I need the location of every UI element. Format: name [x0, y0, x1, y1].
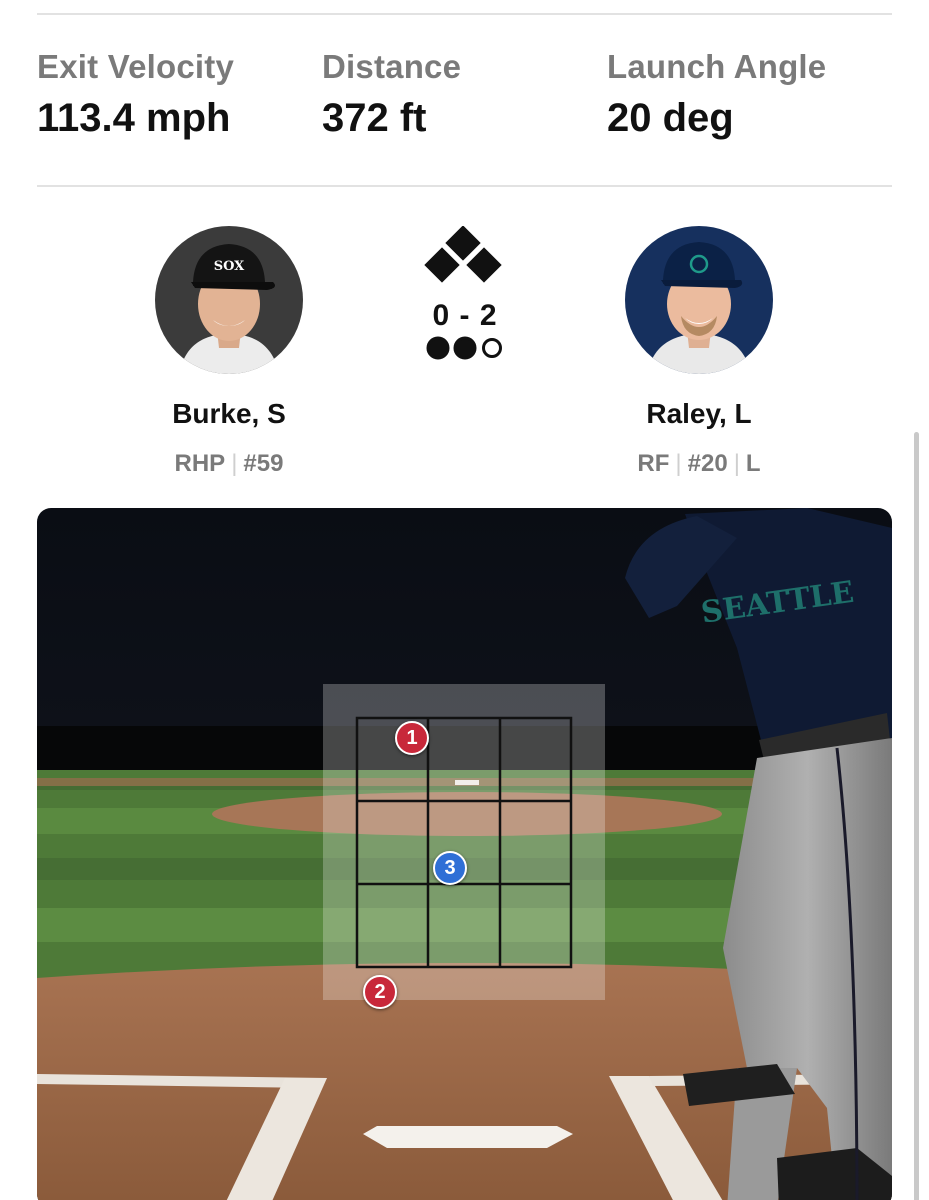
- meta-separator: |: [231, 450, 238, 477]
- batter-headshot-image: [625, 226, 773, 374]
- sox-logo: SOX: [214, 259, 245, 274]
- ball-strike-count: 0 - 2: [432, 299, 498, 332]
- pitch-marker-1[interactable]: 1: [395, 721, 429, 755]
- out-filled-dot: [426, 336, 450, 360]
- batter-card[interactable]: Raley, L RF | #20 | L: [599, 226, 799, 478]
- first-base-icon: [466, 247, 502, 283]
- stat-value: 372 ft: [322, 96, 427, 140]
- pitcher-position: RHP: [174, 450, 226, 477]
- outs-indicator: [426, 336, 502, 360]
- stat-label: Launch Angle: [607, 48, 827, 85]
- out-empty-dot: [482, 338, 502, 358]
- out-filled-dot: [453, 336, 477, 360]
- batter-avatar[interactable]: [625, 226, 773, 374]
- pitch-marker-2[interactable]: 2: [363, 975, 397, 1009]
- meta-separator: |: [733, 450, 740, 477]
- mid-divider: [37, 185, 892, 187]
- pitcher-headshot-image: SOX: [155, 226, 303, 374]
- batter-position: RF: [637, 450, 670, 477]
- pitcher-meta: RHP | #59: [129, 450, 329, 478]
- meta-separator: |: [675, 450, 682, 477]
- pitch-location-view[interactable]: SEATTLE 1 2 3: [37, 508, 892, 1200]
- scrollbar[interactable]: [914, 432, 919, 1200]
- pitch-marker-3[interactable]: 3: [433, 851, 467, 885]
- bases-diamond-icon: [424, 225, 502, 283]
- pitcher-name[interactable]: Burke, S: [129, 398, 329, 430]
- stat-exit-velocity: Exit Velocity 113.4 mph: [37, 48, 234, 141]
- batter-name[interactable]: Raley, L: [599, 398, 799, 430]
- batter-number: #20: [687, 450, 728, 477]
- batter-meta: RF | #20 | L: [599, 450, 799, 478]
- top-divider: [37, 13, 892, 15]
- pitcher-avatar[interactable]: SOX: [155, 226, 303, 374]
- field-scene-image: SEATTLE: [37, 508, 892, 1200]
- pitcher-number: #59: [243, 450, 284, 477]
- batter-bats: L: [745, 450, 761, 477]
- stat-label: Distance: [322, 48, 462, 85]
- stat-distance: Distance 372 ft: [322, 48, 461, 141]
- stat-value: 20 deg: [607, 96, 734, 140]
- stat-label: Exit Velocity: [37, 48, 235, 85]
- second-base-icon: [445, 225, 481, 261]
- pitcher-card[interactable]: SOX Burke, S RHP | #59: [129, 226, 329, 478]
- stat-launch-angle: Launch Angle 20 deg: [607, 48, 826, 141]
- game-situation: 0 - 2: [405, 225, 525, 368]
- stat-value: 113.4 mph: [37, 96, 231, 140]
- third-base-icon: [424, 247, 460, 283]
